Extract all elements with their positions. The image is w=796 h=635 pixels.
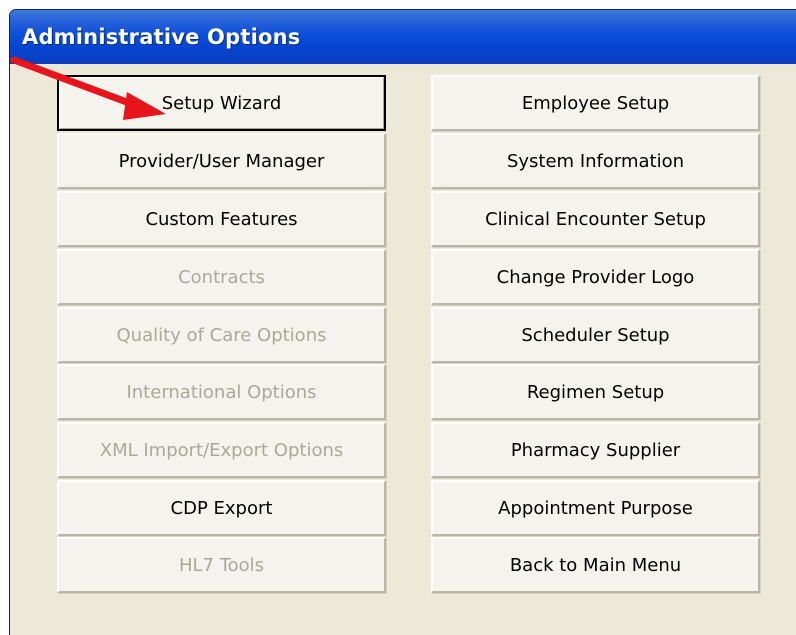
pharmacy-supplier-button[interactable]: Pharmacy Supplier bbox=[431, 422, 760, 478]
employee-setup-button[interactable]: Employee Setup bbox=[431, 75, 760, 131]
international-options-button[interactable]: International Options bbox=[57, 364, 386, 420]
back-to-main-menu-button[interactable]: Back to Main Menu bbox=[431, 537, 760, 593]
scheduler-setup-button[interactable]: Scheduler Setup bbox=[431, 307, 760, 363]
contracts-button[interactable]: Contracts bbox=[57, 249, 386, 305]
title-bar[interactable]: Administrative Options bbox=[10, 10, 796, 64]
quality-of-care-options-button[interactable]: Quality of Care Options bbox=[57, 307, 386, 363]
custom-features-button[interactable]: Custom Features bbox=[57, 191, 386, 247]
setup-wizard-button[interactable]: Setup Wizard bbox=[57, 75, 386, 131]
clinical-encounter-setup-button[interactable]: Clinical Encounter Setup bbox=[431, 191, 760, 247]
provider-user-manager-button[interactable]: Provider/User Manager bbox=[57, 133, 386, 189]
window-title: Administrative Options bbox=[22, 25, 301, 49]
xml-import-export-options-button[interactable]: XML Import/Export Options bbox=[57, 422, 386, 478]
appointment-purpose-button[interactable]: Appointment Purpose bbox=[431, 480, 760, 536]
cdp-export-button[interactable]: CDP Export bbox=[57, 480, 386, 536]
change-provider-logo-button[interactable]: Change Provider Logo bbox=[431, 249, 760, 305]
system-information-button[interactable]: System Information bbox=[431, 133, 760, 189]
hl7-tools-button[interactable]: HL7 Tools bbox=[57, 537, 386, 593]
regimen-setup-button[interactable]: Regimen Setup bbox=[431, 364, 760, 420]
administrative-options-window: Administrative Options Setup Wizard Prov… bbox=[9, 9, 796, 635]
